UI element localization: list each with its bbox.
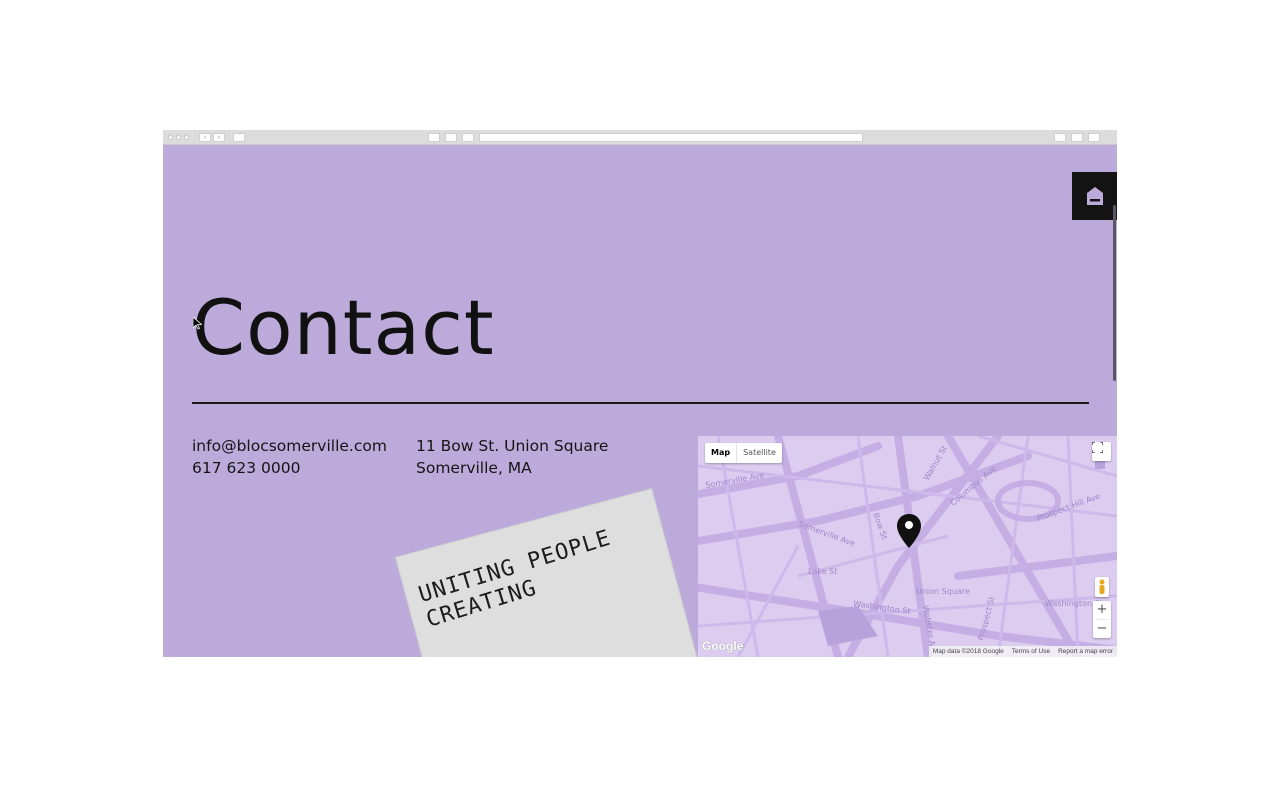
zoom-in-button[interactable]: + (1093, 601, 1111, 619)
window-controls (168, 135, 189, 140)
mouse-cursor-icon (193, 317, 202, 330)
maximize-window-dot[interactable] (184, 135, 189, 140)
address-line-2: Somerville, MA (416, 459, 532, 477)
street-label: Lake St (808, 567, 837, 576)
street-label: Union Square (916, 587, 970, 596)
email-link[interactable]: info@blocsomerville.com (192, 435, 387, 457)
tabs-icon[interactable] (1071, 133, 1083, 142)
location-map[interactable]: Somerville Ave Somerville Ave Bow St Wal… (698, 436, 1117, 657)
menu-button[interactable] (1072, 172, 1117, 220)
close-window-dot[interactable] (168, 135, 173, 140)
reader-icon[interactable] (445, 133, 457, 142)
minimize-window-dot[interactable] (176, 135, 181, 140)
browser-window: ‹ › Contact info@blocsomerville.com 617 … (163, 130, 1117, 657)
contact-details: info@blocsomerville.com 617 623 0000 (192, 435, 387, 479)
report-map-error-link[interactable]: Report a map error (1054, 646, 1117, 657)
address-bar[interactable] (479, 133, 863, 142)
home-nav-icon[interactable] (462, 133, 474, 142)
terms-of-use-link[interactable]: Terms of Use (1008, 646, 1054, 657)
back-icon[interactable]: ‹ (199, 133, 211, 142)
contact-page: Contact info@blocsomerville.com 617 623 … (163, 145, 1117, 657)
street-view-icon (1099, 579, 1105, 594)
fullscreen-button[interactable] (1092, 442, 1111, 461)
page-scrollbar[interactable] (1113, 205, 1116, 381)
sidebar-icon[interactable] (233, 133, 245, 142)
satellite-view-button[interactable]: Satellite (737, 443, 782, 463)
address-block: 11 Bow St. Union Square Somerville, MA (416, 435, 608, 479)
map-data-credit: Map data ©2018 Google (932, 648, 1004, 655)
phone-link[interactable]: 617 623 0000 (192, 457, 387, 479)
map-type-toggle: Map Satellite (705, 443, 782, 463)
zoom-controls: + − (1093, 601, 1111, 638)
fullscreen-icon (1092, 442, 1103, 453)
map-pin-icon[interactable] (897, 514, 921, 548)
downloads-icon[interactable] (1054, 133, 1066, 142)
extensions-icon[interactable] (1088, 133, 1100, 142)
poster-image: UNITING PEOPLE CREATING (395, 488, 702, 657)
browser-toolbar: ‹ › (163, 130, 1117, 145)
share-icon[interactable] (428, 133, 440, 142)
zoom-out-button[interactable]: − (1093, 620, 1111, 638)
poster-text: UNITING PEOPLE CREATING (416, 526, 622, 634)
address-line-1: 11 Bow St. Union Square (416, 437, 609, 455)
forward-icon[interactable]: › (213, 133, 225, 142)
map-view-button[interactable]: Map (705, 443, 738, 463)
page-title: Contact (192, 283, 495, 372)
home-icon (1086, 187, 1103, 205)
street-view-button[interactable] (1095, 577, 1109, 597)
google-logo[interactable]: Google (702, 639, 743, 653)
map-attribution: Map data ©2018 Google Terms of Use Repor… (928, 646, 1117, 657)
title-divider (192, 402, 1089, 404)
